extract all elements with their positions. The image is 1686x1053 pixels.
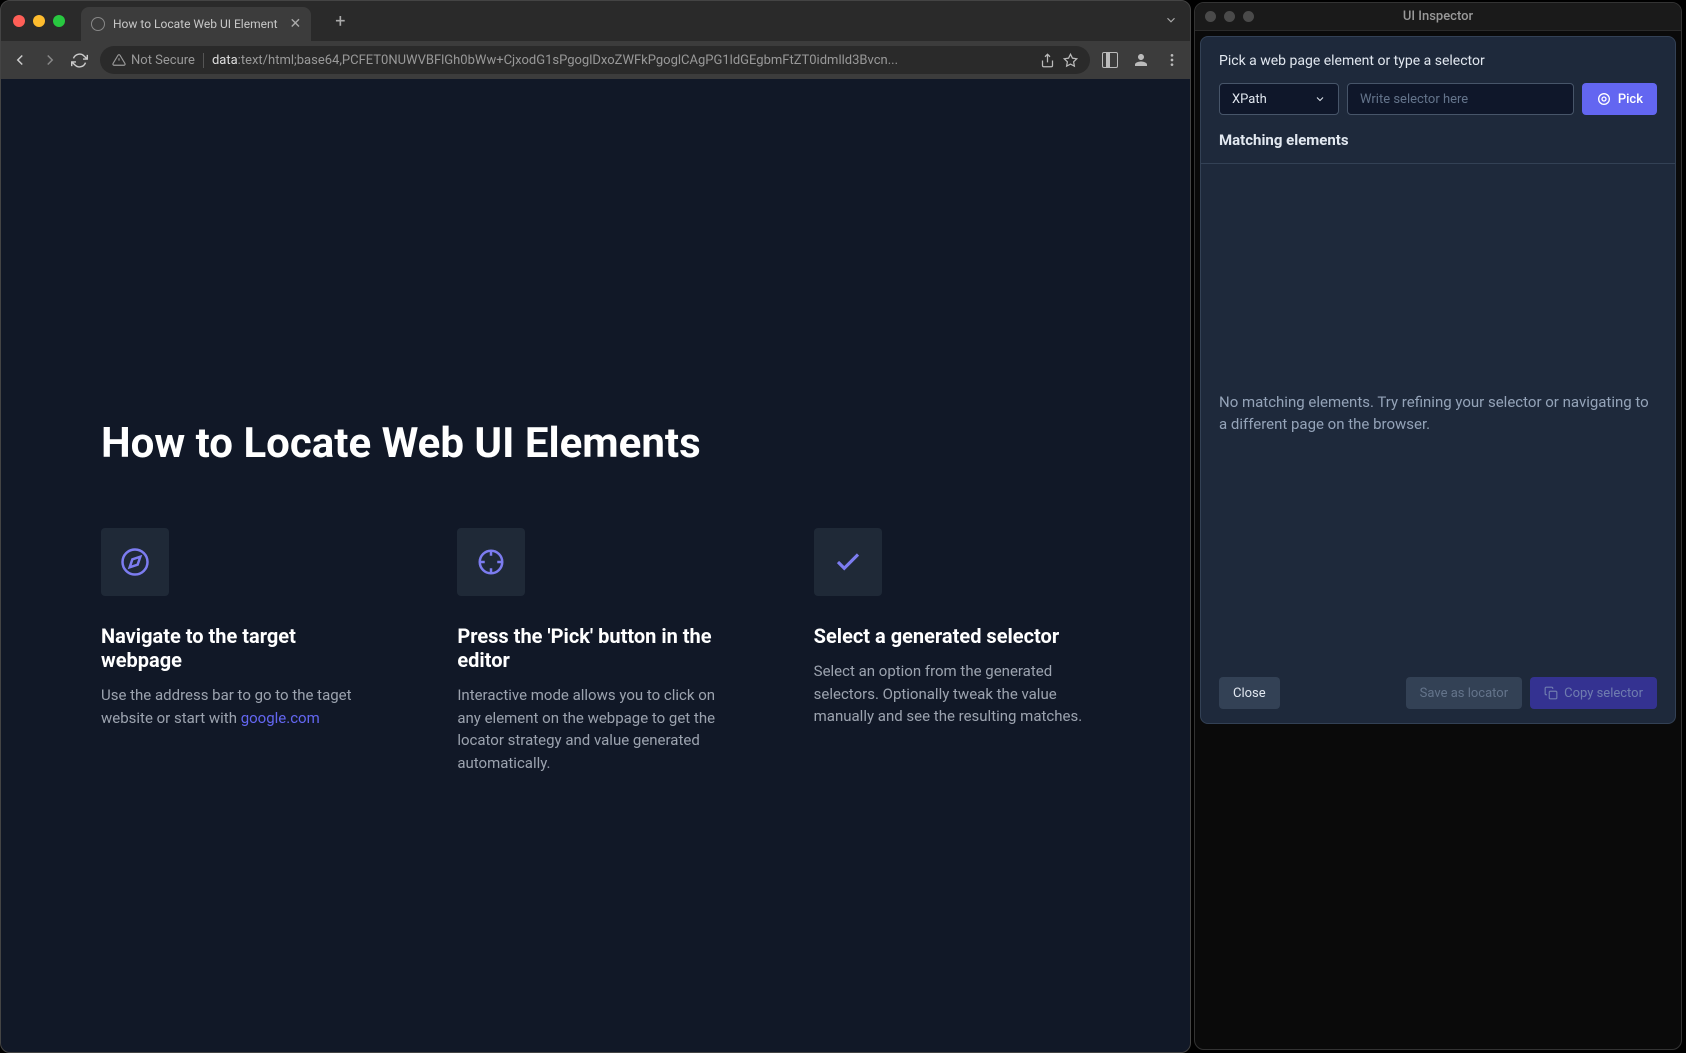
page-title: How to Locate Web UI Elements — [101, 79, 1090, 468]
step-title: Navigate to the target webpage — [101, 624, 377, 672]
step-select: Select a generated selector Select an op… — [814, 528, 1090, 774]
new-tab-button[interactable]: + — [335, 11, 345, 32]
selector-row: XPath Pick — [1219, 83, 1657, 115]
maximize-window-button[interactable] — [53, 15, 65, 27]
panel-prompt: Pick a web page element or type a select… — [1219, 53, 1657, 69]
maximize-window-button[interactable] — [1243, 11, 1254, 22]
warning-icon — [112, 53, 126, 67]
reload-button[interactable] — [71, 52, 88, 69]
url-text: data:text/html;base64,PCFET0NUWVBFlGh0bW… — [212, 53, 1032, 68]
address-bar[interactable]: Not Secure data:text/html;base64,PCFET0N… — [100, 46, 1090, 74]
security-indicator[interactable]: Not Secure — [112, 53, 204, 68]
step-navigate: Navigate to the target webpage Use the a… — [101, 528, 377, 774]
selector-input[interactable] — [1347, 83, 1574, 115]
share-icon[interactable] — [1040, 53, 1055, 68]
google-link[interactable]: google.com — [241, 709, 320, 727]
close-tab-icon[interactable]: ✕ — [290, 16, 302, 32]
step-description: Select an option from the generated sele… — [814, 660, 1090, 728]
matching-elements-body: No matching elements. Try refining your … — [1201, 164, 1675, 663]
minimize-window-button[interactable] — [1224, 11, 1235, 22]
close-window-button[interactable] — [1205, 11, 1216, 22]
copy-label: Copy selector — [1564, 686, 1643, 701]
tab-dropdown-icon[interactable] — [1164, 12, 1178, 31]
copy-selector-button[interactable]: Copy selector — [1530, 677, 1657, 709]
browser-window: How to Locate Web UI Element ✕ + Not Sec… — [0, 0, 1191, 1053]
inspector-window: UI Inspector Pick a web page element or … — [1194, 2, 1682, 1050]
security-label: Not Secure — [131, 53, 195, 68]
forward-button[interactable] — [41, 51, 59, 69]
toolbar-actions — [1102, 51, 1180, 69]
matching-elements-header: Matching elements — [1201, 127, 1675, 164]
chevron-down-icon — [1314, 93, 1326, 105]
steps-row: Navigate to the target webpage Use the a… — [101, 528, 1090, 774]
extensions-icon[interactable] — [1102, 52, 1118, 68]
crosshair-icon — [457, 528, 525, 596]
minimize-window-button[interactable] — [33, 15, 45, 27]
close-button[interactable]: Close — [1219, 677, 1280, 709]
compass-icon — [101, 528, 169, 596]
target-icon — [1596, 91, 1612, 107]
browser-toolbar: Not Secure data:text/html;base64,PCFET0N… — [1, 41, 1190, 79]
window-title: UI Inspector — [1403, 9, 1473, 24]
check-icon — [814, 528, 882, 596]
profile-icon[interactable] — [1132, 51, 1150, 69]
clipboard-icon — [1544, 686, 1558, 700]
browser-tab[interactable]: How to Locate Web UI Element ✕ — [81, 7, 311, 41]
inspector-panel: Pick a web page element or type a select… — [1200, 36, 1676, 724]
step-title: Select a generated selector — [814, 624, 1090, 648]
menu-dots-icon[interactable] — [1164, 52, 1180, 68]
selector-type-value: XPath — [1232, 92, 1267, 107]
pick-label: Pick — [1618, 92, 1643, 107]
close-window-button[interactable] — [13, 15, 25, 27]
step-description: Use the address bar to go to the taget w… — [101, 684, 377, 729]
tab-title: How to Locate Web UI Element — [113, 17, 278, 31]
browser-tab-strip: How to Locate Web UI Element ✕ + — [1, 1, 1190, 41]
page-content: How to Locate Web UI Elements Navigate t… — [1, 79, 1190, 1052]
selector-type-dropdown[interactable]: XPath — [1219, 83, 1339, 115]
no-match-message: No matching elements. Try refining your … — [1219, 392, 1657, 436]
back-button[interactable] — [11, 51, 29, 69]
step-pick: Press the 'Pick' button in the editor In… — [457, 528, 733, 774]
step-description: Interactive mode allows you to click on … — [457, 684, 733, 774]
globe-icon — [91, 17, 105, 31]
inspector-window-controls — [1205, 11, 1254, 22]
panel-header: Pick a web page element or type a select… — [1201, 37, 1675, 127]
panel-footer: Close Save as locator Copy selector — [1201, 663, 1675, 723]
bookmark-star-icon[interactable] — [1063, 53, 1078, 68]
window-controls — [13, 15, 65, 27]
inspector-titlebar: UI Inspector — [1195, 3, 1681, 31]
pick-button[interactable]: Pick — [1582, 83, 1657, 115]
save-locator-button[interactable]: Save as locator — [1406, 677, 1522, 709]
step-title: Press the 'Pick' button in the editor — [457, 624, 733, 672]
